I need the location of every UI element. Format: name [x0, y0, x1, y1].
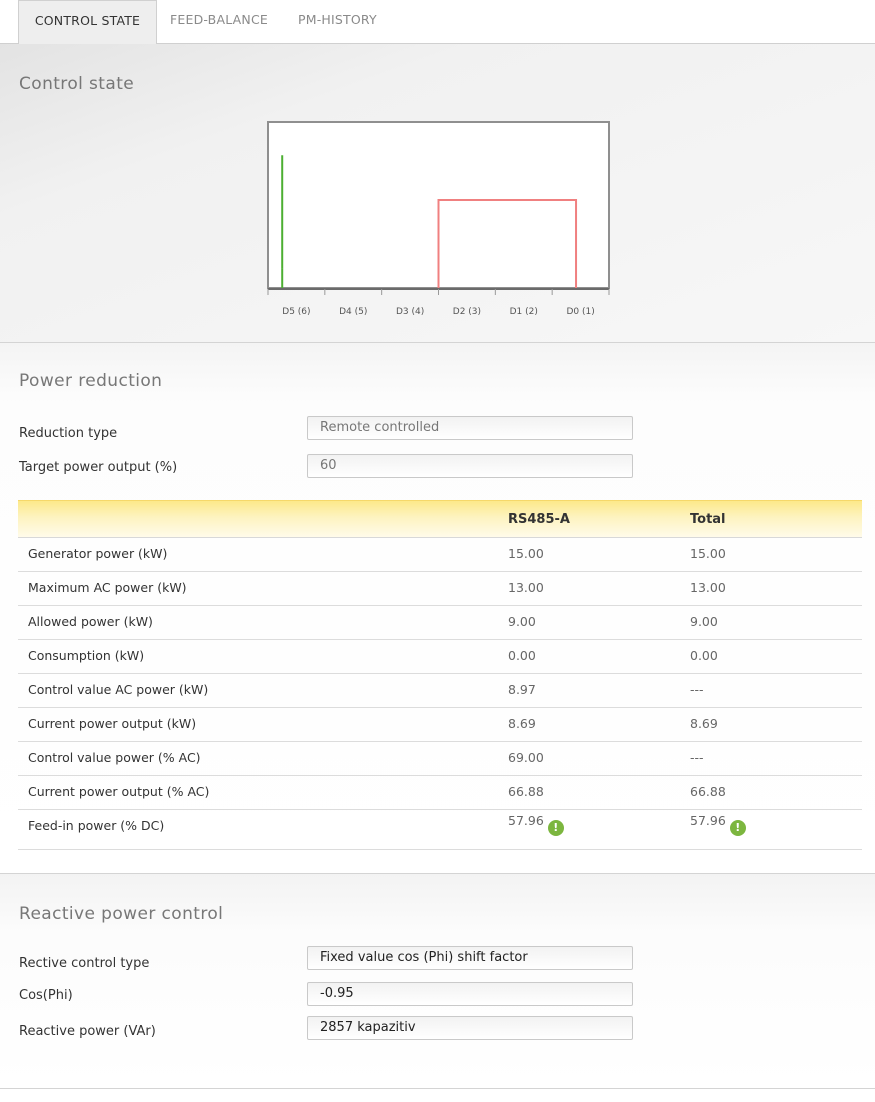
rs485a-value-text: 66.88	[508, 784, 544, 799]
total-value-text: ---	[690, 750, 704, 765]
total-value: 57.96!	[690, 813, 746, 836]
power-reduction-title: Power reduction	[19, 371, 163, 391]
rs485a-value-text: 15.00	[508, 546, 544, 561]
warning-icon[interactable]: !	[729, 820, 746, 836]
x-tick-label: D2 (3)	[453, 307, 481, 317]
column-header-total: Total	[690, 512, 726, 527]
table-row: Feed-in power (% DC) 57.96! 57.96!	[18, 809, 862, 850]
rs485a-value-text: 13.00	[508, 580, 544, 595]
rs485a-value: 69.00	[508, 750, 544, 765]
total-value: ---	[690, 682, 704, 697]
rs485a-value-text: 8.97	[508, 682, 536, 697]
warning-icon[interactable]: !	[547, 820, 564, 836]
x-tick-label: D0 (1)	[566, 307, 594, 317]
reduction-type-label: Reduction type	[19, 426, 118, 441]
row-label: Maximum AC power (kW)	[28, 580, 187, 595]
table-row: Maximum AC power (kW) 13.00 13.00	[18, 571, 862, 606]
rs485a-value: 8.97	[508, 682, 536, 697]
x-tick-label: D1 (2)	[510, 307, 538, 317]
row-label: Control value power (% AC)	[28, 750, 201, 765]
rs485a-value-text: 9.00	[508, 614, 536, 629]
control-state-title: Control state	[19, 74, 135, 94]
total-value-text: ---	[690, 682, 704, 697]
total-value-text: 66.88	[690, 784, 726, 799]
reactive-control-type-label: Rective control type	[19, 956, 150, 971]
table-row: Current power output (kW) 8.69 8.69	[18, 707, 862, 742]
reactive-power-title: Reactive power control	[19, 904, 224, 924]
row-label: Allowed power (kW)	[28, 614, 153, 629]
total-value: 9.00	[690, 614, 718, 629]
power-reduction-panel: Power reduction Reduction type Remote co…	[0, 343, 875, 874]
total-value: 15.00	[690, 546, 726, 561]
rs485a-value-text: 69.00	[508, 750, 544, 765]
rs485a-value: 57.96!	[508, 813, 564, 836]
rs485a-value: 9.00	[508, 614, 536, 629]
table-row: Control value AC power (kW) 8.97 ---	[18, 673, 862, 708]
row-label: Generator power (kW)	[28, 546, 168, 561]
x-tick-label: D4 (5)	[339, 307, 367, 317]
rs485a-value-text: 0.00	[508, 648, 536, 663]
total-value-text: 15.00	[690, 546, 726, 561]
total-value-text: 13.00	[690, 580, 726, 595]
x-tick-label: D3 (4)	[396, 307, 424, 317]
total-value: ---	[690, 750, 704, 765]
tab-bar: CONTROL STATE FEED-BALANCE PM-HISTORY	[0, 0, 875, 44]
table-row: Consumption (kW) 0.00 0.00	[18, 639, 862, 674]
tab-feed-balance[interactable]: FEED-BALANCE	[170, 0, 268, 44]
tab-pm-history[interactable]: PM-HISTORY	[298, 0, 377, 44]
rs485a-value: 0.00	[508, 648, 536, 663]
table-row: Current power output (% AC) 66.88 66.88	[18, 775, 862, 810]
reactive-power-panel: Reactive power control Rective control t…	[0, 874, 875, 1089]
target-power-label: Target power output (%)	[19, 460, 178, 475]
cos-phi-field[interactable]: -0.95	[307, 982, 633, 1006]
reactive-control-type-field[interactable]: Fixed value cos (Phi) shift factor	[307, 946, 633, 970]
rs485a-value: 66.88	[508, 784, 544, 799]
rs485a-value: 8.69	[508, 716, 536, 731]
row-label: Feed-in power (% DC)	[28, 818, 165, 833]
control-state-panel: Control state D5 (6) D4 (5) D3 (4) D2 (3) D1…	[0, 44, 875, 343]
total-value: 0.00	[690, 648, 718, 663]
reactive-power-label: Reactive power (VAr)	[19, 1024, 156, 1039]
row-label: Consumption (kW)	[28, 648, 145, 663]
total-value-text: 8.69	[690, 716, 718, 731]
table-row: Control value power (% AC) 69.00 ---	[18, 741, 862, 776]
reduction-type-field[interactable]: Remote controlled	[307, 416, 633, 440]
row-label: Current power output (% AC)	[28, 784, 210, 799]
rs485a-value-text: 8.69	[508, 716, 536, 731]
column-header-rs485a: RS485-A	[508, 512, 570, 527]
rs485a-value-text: 57.96	[508, 813, 544, 828]
cos-phi-label: Cos(Phi)	[19, 988, 73, 1003]
reactive-power-field[interactable]: 2857 kapazitiv	[307, 1016, 633, 1040]
total-value: 8.69	[690, 716, 718, 731]
table-row: Allowed power (kW) 9.00 9.00	[18, 605, 862, 640]
rs485a-value: 15.00	[508, 546, 544, 561]
row-label: Current power output (kW)	[28, 716, 197, 731]
total-value: 66.88	[690, 784, 726, 799]
row-label: Control value AC power (kW)	[28, 682, 209, 697]
total-value-text: 57.96	[690, 813, 726, 828]
rs485a-value: 13.00	[508, 580, 544, 595]
power-table-header: RS485-A Total	[18, 500, 862, 538]
x-tick-label: D5 (6)	[282, 307, 310, 317]
control-state-chart: D5 (6) D4 (5) D3 (4) D2 (3) D1 (2) D0 (1)	[267, 121, 610, 317]
tab-control-state[interactable]: CONTROL STATE	[18, 0, 157, 44]
total-value: 13.00	[690, 580, 726, 595]
total-value-text: 0.00	[690, 648, 718, 663]
total-value-text: 9.00	[690, 614, 718, 629]
target-power-field[interactable]: 60	[307, 454, 633, 478]
table-row: Generator power (kW) 15.00 15.00	[18, 537, 862, 572]
